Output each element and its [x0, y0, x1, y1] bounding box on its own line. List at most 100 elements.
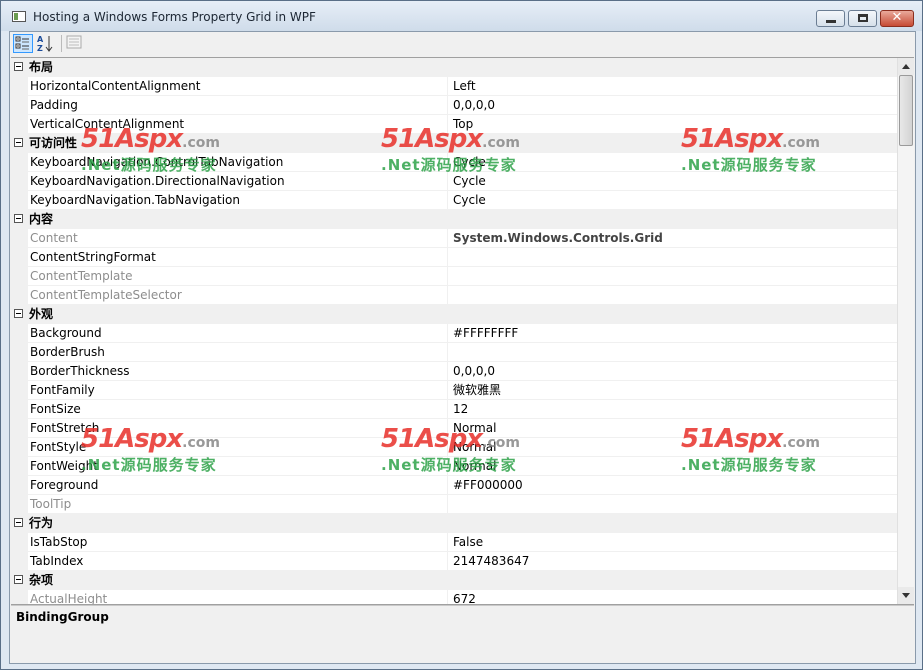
property-value[interactable]: False: [448, 533, 897, 552]
title-bar[interactable]: Hosting a Windows Forms Property Grid in…: [1, 1, 922, 31]
property-value[interactable]: Cycle: [448, 153, 897, 172]
property-name: KeyboardNavigation.DirectionalNavigation: [28, 172, 448, 191]
property-name: KeyboardNavigation.ControlTabNavigation: [28, 153, 448, 172]
property-row[interactable]: Foreground #FF000000: [11, 476, 914, 495]
property-value[interactable]: 0,0,0,0: [448, 96, 897, 115]
property-value[interactable]: Normal: [448, 419, 897, 438]
property-row[interactable]: Padding 0,0,0,0: [11, 96, 914, 115]
category-row[interactable]: 杂项: [11, 571, 914, 590]
maximize-icon: [858, 14, 868, 22]
property-row[interactable]: ContentTemplate: [11, 267, 914, 286]
property-row[interactable]: FontWeight Normal: [11, 457, 914, 476]
property-value[interactable]: 12: [448, 400, 897, 419]
row-margin: [11, 96, 28, 115]
row-margin: [11, 172, 28, 191]
row-margin: [11, 153, 28, 172]
property-row[interactable]: ToolTip: [11, 495, 914, 514]
property-value: [448, 286, 897, 305]
row-margin: [11, 324, 28, 343]
property-value[interactable]: Left: [448, 77, 897, 96]
category-row[interactable]: 可访问性: [11, 134, 914, 153]
alphabetical-icon: A Z: [37, 35, 53, 53]
property-value[interactable]: #FFFFFFFF: [448, 324, 897, 343]
property-row[interactable]: FontSize 12: [11, 400, 914, 419]
property-value: 672: [448, 590, 897, 604]
property-value[interactable]: 2147483647: [448, 552, 897, 571]
property-name: VerticalContentAlignment: [28, 115, 448, 134]
property-value[interactable]: 微软雅黑: [448, 381, 897, 400]
property-value[interactable]: [448, 343, 897, 362]
categorized-button[interactable]: [13, 34, 33, 53]
row-margin: [11, 343, 28, 362]
vertical-scrollbar[interactable]: [897, 58, 914, 604]
property-row[interactable]: ActualHeight 672: [11, 590, 914, 604]
collapse-icon[interactable]: [14, 518, 23, 527]
row-margin: [11, 419, 28, 438]
property-row[interactable]: FontStyle Normal: [11, 438, 914, 457]
row-margin: [11, 286, 28, 305]
category-label: 内容: [29, 212, 54, 226]
property-row[interactable]: FontFamily 微软雅黑: [11, 381, 914, 400]
property-name: FontStretch: [28, 419, 448, 438]
category-row[interactable]: 外观: [11, 305, 914, 324]
property-name: ContentStringFormat: [28, 248, 448, 267]
property-value[interactable]: 0,0,0,0: [448, 362, 897, 381]
app-window: Hosting a Windows Forms Property Grid in…: [0, 0, 923, 670]
category-row[interactable]: 行为: [11, 514, 914, 533]
scrollbar-thumb[interactable]: [899, 75, 913, 146]
collapse-icon[interactable]: [14, 214, 23, 223]
maximize-button[interactable]: [848, 10, 877, 27]
collapse-icon[interactable]: [14, 309, 23, 318]
property-value[interactable]: Normal: [448, 438, 897, 457]
property-row[interactable]: TabIndex 2147483647: [11, 552, 914, 571]
category-label: 外观: [29, 307, 54, 321]
property-row[interactable]: KeyboardNavigation.TabNavigation Cycle: [11, 191, 914, 210]
category-row[interactable]: 内容: [11, 210, 914, 229]
property-name: FontFamily: [28, 381, 448, 400]
property-row[interactable]: KeyboardNavigation.ControlTabNavigation C…: [11, 153, 914, 172]
property-value[interactable]: Cycle: [448, 191, 897, 210]
property-row[interactable]: Background #FFFFFFFF: [11, 324, 914, 343]
minimize-button[interactable]: [816, 10, 845, 27]
collapse-icon[interactable]: [14, 575, 23, 584]
property-row[interactable]: BorderBrush: [11, 343, 914, 362]
property-name: TabIndex: [28, 552, 448, 571]
property-name: ToolTip: [28, 495, 448, 514]
row-margin: [11, 381, 28, 400]
property-value: [448, 495, 897, 514]
property-name: ContentTemplateSelector: [28, 286, 448, 305]
property-row[interactable]: IsTabStop False: [11, 533, 914, 552]
row-margin: [11, 229, 28, 248]
property-value: System.Windows.Controls.Grid: [448, 229, 897, 248]
property-row[interactable]: ContentTemplateSelector: [11, 286, 914, 305]
collapse-icon[interactable]: [14, 138, 23, 147]
property-name: HorizontalContentAlignment: [28, 77, 448, 96]
row-margin: [11, 400, 28, 419]
help-pane: BindingGroup: [11, 605, 914, 663]
row-margin: [11, 590, 28, 604]
property-value[interactable]: Cycle: [448, 172, 897, 191]
property-value[interactable]: [448, 248, 897, 267]
category-row[interactable]: 布局: [11, 58, 914, 77]
property-row[interactable]: KeyboardNavigation.DirectionalNavigation…: [11, 172, 914, 191]
property-row[interactable]: Content System.Windows.Controls.Grid: [11, 229, 914, 248]
property-row[interactable]: BorderThickness 0,0,0,0: [11, 362, 914, 381]
alphabetical-button[interactable]: A Z: [36, 34, 56, 53]
property-value[interactable]: Normal: [448, 457, 897, 476]
property-value[interactable]: #FF000000: [448, 476, 897, 495]
collapse-icon[interactable]: [14, 62, 23, 71]
scroll-down-arrow-icon[interactable]: [898, 587, 914, 604]
category-label: 可访问性: [29, 136, 78, 150]
property-row[interactable]: ContentStringFormat: [11, 248, 914, 267]
property-row[interactable]: VerticalContentAlignment Top: [11, 115, 914, 134]
property-grid-host: A Z 布局 HorizontalContentAlignment Left Padd…: [9, 31, 916, 664]
row-margin: [11, 438, 28, 457]
property-row[interactable]: HorizontalContentAlignment Left: [11, 77, 914, 96]
close-button[interactable]: ✕: [880, 10, 914, 27]
scroll-up-arrow-icon[interactable]: [898, 58, 914, 75]
property-row[interactable]: FontStretch Normal: [11, 419, 914, 438]
property-grid[interactable]: 布局 HorizontalContentAlignment Left Padding 0…: [11, 57, 914, 605]
property-value[interactable]: Top: [448, 115, 897, 134]
property-name: Foreground: [28, 476, 448, 495]
property-pages-button[interactable]: [65, 34, 85, 53]
